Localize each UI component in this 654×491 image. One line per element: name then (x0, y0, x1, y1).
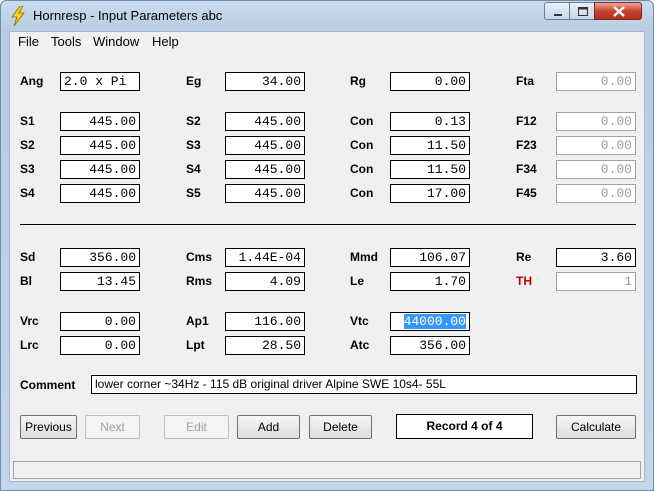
s3-label: S3 (186, 138, 201, 152)
status-bar (13, 461, 641, 479)
s3-field[interactable]: 445.00 (225, 136, 305, 155)
th-label[interactable]: TH (516, 274, 532, 288)
f23-field[interactable]: 0.00 (556, 136, 636, 155)
s2-row-label: S2 (20, 138, 35, 152)
lpt-field[interactable]: 28.50 (225, 336, 305, 355)
edit-button[interactable]: Edit (164, 415, 229, 439)
close-icon (613, 6, 625, 17)
lpt-label: Lpt (186, 338, 205, 352)
close-button[interactable] (594, 2, 642, 20)
s1-field[interactable]: 445.00 (60, 112, 140, 131)
rg-label: Rg (350, 74, 366, 88)
vtc-selected-text: 44000.00 (403, 314, 466, 329)
s5-label: S5 (186, 186, 201, 200)
s1-label: S1 (20, 114, 35, 128)
s3-row-field[interactable]: 445.00 (60, 160, 140, 179)
fta-label: Fta (516, 74, 534, 88)
s2-row-field[interactable]: 445.00 (60, 136, 140, 155)
fta-field[interactable]: 0.00 (556, 72, 636, 91)
con3-label: Con (350, 162, 374, 176)
comment-field[interactable]: lower corner ~34Hz - 115 dB original dri… (91, 375, 637, 394)
con2-field[interactable]: 11.50 (390, 136, 470, 155)
calculate-button[interactable]: Calculate (556, 415, 636, 439)
input-parameters-form: Ang 2.0 x Pi Eg 34.00 Rg 0.00 Fta 0.00 S… (10, 52, 644, 454)
menu-window[interactable]: Window (93, 34, 139, 49)
s4-field[interactable]: 445.00 (225, 160, 305, 179)
maximize-button[interactable] (569, 2, 595, 20)
sd-field[interactable]: 356.00 (60, 248, 140, 267)
comment-label: Comment (20, 378, 76, 392)
lightning-icon (9, 5, 27, 27)
s2-field[interactable]: 445.00 (225, 112, 305, 131)
con2-label: Con (350, 138, 374, 152)
client-area: File Tools Window Help Ang 2.0 x Pi Eg 3… (9, 31, 645, 482)
bl-field[interactable]: 13.45 (60, 272, 140, 291)
th-field[interactable]: 1 (556, 272, 636, 291)
eg-label: Eg (186, 74, 202, 88)
s3-row-label: S3 (20, 162, 35, 176)
mmd-label: Mmd (350, 250, 378, 264)
atc-field[interactable]: 356.00 (390, 336, 470, 355)
vtc-label: Vtc (350, 314, 369, 328)
sd-label: Sd (20, 250, 36, 264)
con4-field[interactable]: 17.00 (390, 184, 470, 203)
ap1-field[interactable]: 116.00 (225, 312, 305, 331)
rms-field[interactable]: 4.09 (225, 272, 305, 291)
previous-button[interactable]: Previous (20, 415, 77, 439)
atc-label: Atc (350, 338, 370, 352)
section-divider (20, 224, 636, 225)
lrc-field[interactable]: 0.00 (60, 336, 140, 355)
minimize-icon (554, 14, 562, 16)
con1-label: Con (350, 114, 374, 128)
delete-button[interactable]: Delete (309, 415, 372, 439)
f45-label: F45 (516, 186, 537, 200)
s2-label: S2 (186, 114, 201, 128)
title-bar[interactable]: Hornresp - Input Parameters abc (1, 1, 653, 31)
f23-label: F23 (516, 138, 537, 152)
rms-label: Rms (186, 274, 213, 288)
le-field[interactable]: 1.70 (390, 272, 470, 291)
f45-field[interactable]: 0.00 (556, 184, 636, 203)
s4-row-field[interactable]: 445.00 (60, 184, 140, 203)
cms-label: Cms (186, 250, 213, 264)
con4-label: Con (350, 186, 374, 200)
re-field[interactable]: 3.60 (556, 248, 636, 267)
con3-field[interactable]: 11.50 (390, 160, 470, 179)
f34-field[interactable]: 0.00 (556, 160, 636, 179)
vrc-label: Vrc (20, 314, 39, 328)
ang-label: Ang (20, 74, 44, 88)
bl-label: Bl (20, 274, 32, 288)
mmd-field[interactable]: 106.07 (390, 248, 470, 267)
lrc-label: Lrc (20, 338, 39, 352)
ap1-label: Ap1 (186, 314, 209, 328)
menu-help[interactable]: Help (152, 34, 179, 49)
menu-bar: File Tools Window Help (10, 32, 644, 51)
f12-label: F12 (516, 114, 537, 128)
vtc-field[interactable]: 44000.00 (390, 312, 470, 331)
add-button[interactable]: Add (237, 415, 300, 439)
next-button[interactable]: Next (85, 415, 140, 439)
maximize-icon (578, 7, 588, 16)
le-label: Le (350, 274, 365, 288)
f12-field[interactable]: 0.00 (556, 112, 636, 131)
rg-field[interactable]: 0.00 (390, 72, 470, 91)
ang-field[interactable]: 2.0 x Pi (60, 72, 140, 91)
vrc-field[interactable]: 0.00 (60, 312, 140, 331)
f34-label: F34 (516, 162, 537, 176)
window-title: Hornresp - Input Parameters abc (33, 8, 223, 23)
re-label: Re (516, 250, 532, 264)
con1-field[interactable]: 0.13 (390, 112, 470, 131)
minimize-button[interactable] (544, 2, 570, 20)
s4-label: S4 (186, 162, 201, 176)
eg-field[interactable]: 34.00 (225, 72, 305, 91)
s4-row-label: S4 (20, 186, 35, 200)
record-indicator: Record 4 of 4 (396, 414, 533, 439)
menu-tools[interactable]: Tools (51, 34, 81, 49)
cms-field[interactable]: 1.44E-04 (225, 248, 305, 267)
menu-file[interactable]: File (18, 34, 39, 49)
s5-field[interactable]: 445.00 (225, 184, 305, 203)
app-window: Hornresp - Input Parameters abc File Too… (0, 0, 654, 491)
